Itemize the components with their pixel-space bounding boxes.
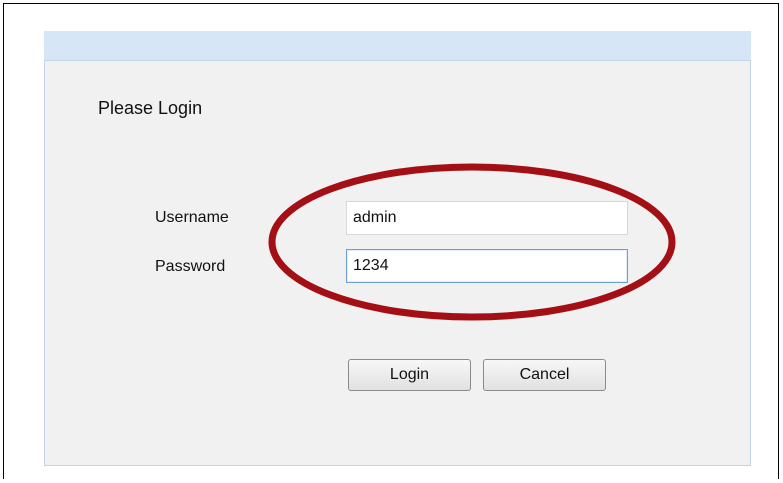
login-header-bar bbox=[44, 31, 751, 60]
cancel-button[interactable]: Cancel bbox=[483, 359, 606, 391]
login-title: Please Login bbox=[98, 98, 203, 118]
password-input[interactable] bbox=[346, 249, 628, 283]
password-label: Password bbox=[155, 258, 226, 275]
username-label: Username bbox=[155, 209, 229, 226]
login-button[interactable]: Login bbox=[348, 359, 471, 391]
username-input[interactable] bbox=[346, 201, 628, 235]
